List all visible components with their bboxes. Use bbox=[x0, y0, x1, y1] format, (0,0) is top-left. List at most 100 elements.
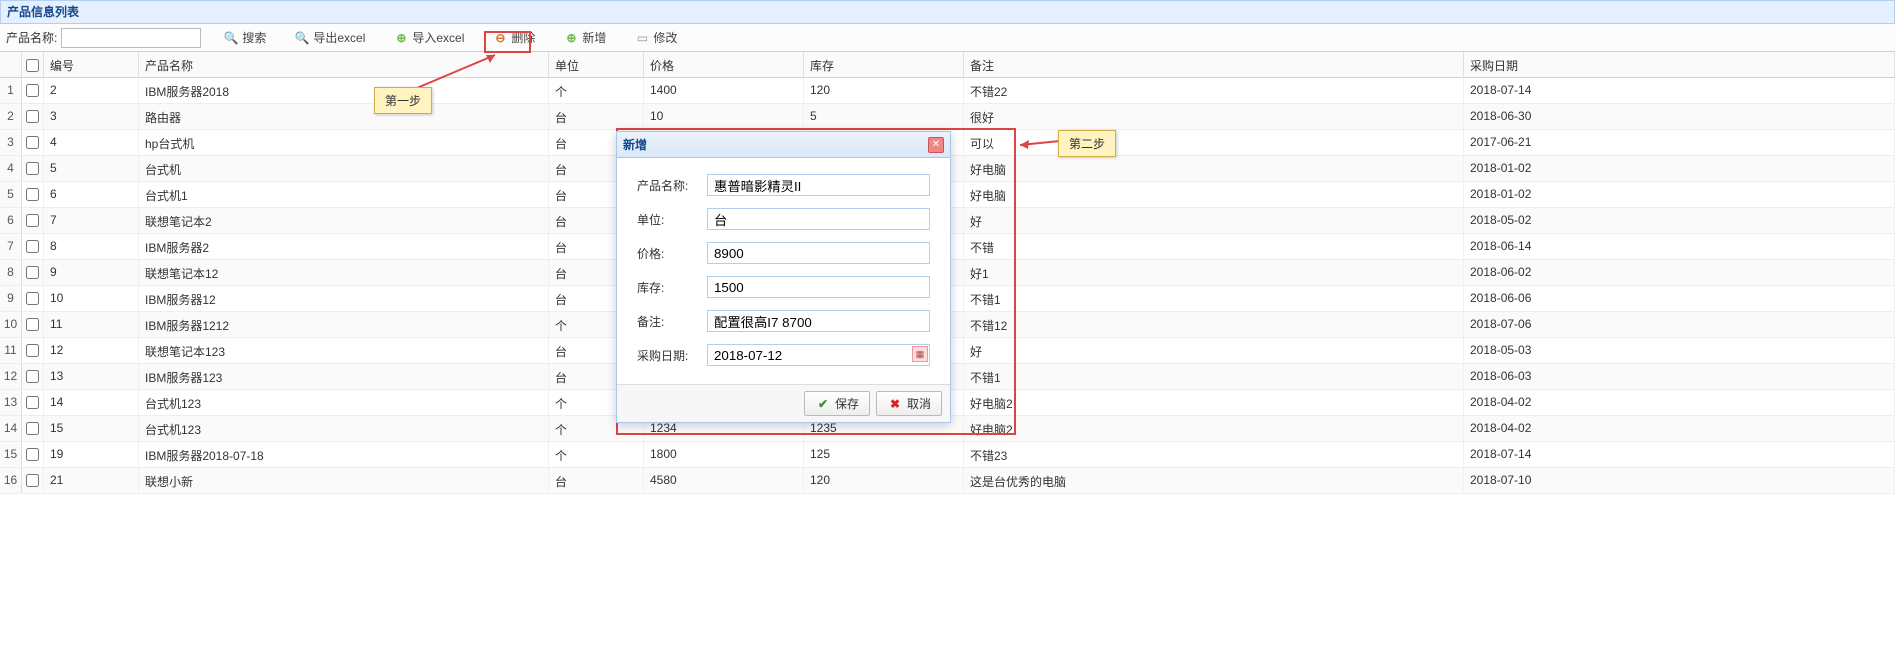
grid-header: 编号 产品名称 单位 价格 库存 备注 采购日期 bbox=[0, 52, 1895, 78]
cell-price: 1800 bbox=[644, 442, 804, 467]
row-checkbox-cell[interactable] bbox=[22, 182, 44, 207]
table-row[interactable]: 1621联想小新台4580120这是台优秀的电脑2018-07-10 bbox=[0, 468, 1895, 494]
delete-button[interactable]: ⊖ 删除 bbox=[486, 27, 541, 48]
row-checkbox-cell[interactable] bbox=[22, 338, 44, 363]
row-checkbox-cell[interactable] bbox=[22, 104, 44, 129]
cell-date: 2018-04-02 bbox=[1464, 390, 1895, 415]
row-checkbox[interactable] bbox=[26, 396, 39, 409]
check-icon: ✔ bbox=[815, 396, 831, 412]
table-row[interactable]: 23路由器台105很好2018-06-30 bbox=[0, 104, 1895, 130]
cell-id: 9 bbox=[44, 260, 139, 285]
row-checkbox-cell[interactable] bbox=[22, 234, 44, 259]
cell-name: IBM服务器1212 bbox=[139, 312, 549, 337]
row-number: 14 bbox=[0, 416, 22, 441]
search-button[interactable]: 🔍 搜索 bbox=[217, 27, 272, 48]
row-checkbox[interactable] bbox=[26, 318, 39, 331]
row-checkbox-cell[interactable] bbox=[22, 78, 44, 103]
row-checkbox[interactable] bbox=[26, 370, 39, 383]
cell-id: 3 bbox=[44, 104, 139, 129]
row-number: 7 bbox=[0, 234, 22, 259]
row-checkbox[interactable] bbox=[26, 422, 39, 435]
header-date[interactable]: 采购日期 bbox=[1464, 52, 1895, 79]
header-remark[interactable]: 备注 bbox=[964, 52, 1464, 79]
row-checkbox[interactable] bbox=[26, 292, 39, 305]
row-checkbox[interactable] bbox=[26, 84, 39, 97]
row-checkbox[interactable] bbox=[26, 110, 39, 123]
header-stock[interactable]: 库存 bbox=[804, 52, 964, 79]
form-remark-input[interactable] bbox=[707, 310, 930, 332]
calendar-icon: ▦ bbox=[916, 349, 925, 360]
row-checkbox[interactable] bbox=[26, 136, 39, 149]
cell-name: IBM服务器12 bbox=[139, 286, 549, 311]
add-label: 新增 bbox=[582, 29, 606, 46]
row-checkbox[interactable] bbox=[26, 266, 39, 279]
cancel-label: 取消 bbox=[907, 395, 931, 412]
form-date-input[interactable] bbox=[707, 344, 930, 366]
export-excel-button[interactable]: 🔍 导出excel bbox=[288, 27, 371, 48]
row-checkbox[interactable] bbox=[26, 240, 39, 253]
table-row[interactable]: 1519IBM服务器2018-07-18个1800125不错232018-07-… bbox=[0, 442, 1895, 468]
header-checkbox[interactable] bbox=[22, 52, 44, 79]
dialog-footer: ✔ 保存 ✖ 取消 bbox=[617, 384, 950, 422]
form-price-input[interactable] bbox=[707, 242, 930, 264]
row-checkbox[interactable] bbox=[26, 162, 39, 175]
row-checkbox-cell[interactable] bbox=[22, 286, 44, 311]
row-checkbox[interactable] bbox=[26, 214, 39, 227]
row-number: 8 bbox=[0, 260, 22, 285]
add-button[interactable]: ⊕ 新增 bbox=[557, 27, 612, 48]
search-label: 搜索 bbox=[242, 29, 266, 46]
cell-date: 2018-01-02 bbox=[1464, 156, 1895, 181]
dialog-header[interactable]: 新增 ✕ bbox=[617, 132, 950, 158]
form-name-label: 产品名称: bbox=[637, 177, 707, 194]
row-number: 9 bbox=[0, 286, 22, 311]
cell-unit: 台 bbox=[549, 104, 644, 129]
date-picker-trigger[interactable]: ▦ bbox=[912, 346, 928, 362]
cell-date: 2018-06-06 bbox=[1464, 286, 1895, 311]
header-name[interactable]: 产品名称 bbox=[139, 52, 549, 79]
cell-price: 4580 bbox=[644, 468, 804, 493]
cell-id: 6 bbox=[44, 182, 139, 207]
form-price-label: 价格: bbox=[637, 245, 707, 262]
delete-icon: ⊖ bbox=[492, 30, 508, 46]
cell-price: 1400 bbox=[644, 78, 804, 103]
form-unit-input[interactable] bbox=[707, 208, 930, 230]
row-checkbox-cell[interactable] bbox=[22, 442, 44, 467]
edit-icon: ▭ bbox=[634, 30, 650, 46]
cell-remark: 好电脑2 bbox=[964, 390, 1464, 415]
table-row[interactable]: 12IBM服务器2018个1400120不错222018-07-14 bbox=[0, 78, 1895, 104]
row-checkbox[interactable] bbox=[26, 344, 39, 357]
cell-remark: 好电脑 bbox=[964, 156, 1464, 181]
row-checkbox-cell[interactable] bbox=[22, 260, 44, 285]
row-checkbox-cell[interactable] bbox=[22, 208, 44, 233]
save-button[interactable]: ✔ 保存 bbox=[804, 391, 870, 416]
row-checkbox-cell[interactable] bbox=[22, 390, 44, 415]
form-name-input[interactable] bbox=[707, 174, 930, 196]
cell-id: 19 bbox=[44, 442, 139, 467]
row-checkbox[interactable] bbox=[26, 474, 39, 487]
form-stock-input[interactable] bbox=[707, 276, 930, 298]
row-number: 15 bbox=[0, 442, 22, 467]
row-number: 4 bbox=[0, 156, 22, 181]
import-excel-button[interactable]: ⊕ 导入excel bbox=[387, 27, 470, 48]
row-checkbox[interactable] bbox=[26, 448, 39, 461]
row-checkbox-cell[interactable] bbox=[22, 312, 44, 337]
dialog-close-button[interactable]: ✕ bbox=[928, 137, 944, 153]
cell-stock: 5 bbox=[804, 104, 964, 129]
row-checkbox-cell[interactable] bbox=[22, 130, 44, 155]
row-checkbox-cell[interactable] bbox=[22, 364, 44, 389]
cell-stock: 120 bbox=[804, 78, 964, 103]
row-checkbox-cell[interactable] bbox=[22, 468, 44, 493]
header-unit[interactable]: 单位 bbox=[549, 52, 644, 79]
row-checkbox[interactable] bbox=[26, 188, 39, 201]
edit-button[interactable]: ▭ 修改 bbox=[628, 27, 683, 48]
header-price[interactable]: 价格 bbox=[644, 52, 804, 79]
header-id[interactable]: 编号 bbox=[44, 52, 139, 79]
filter-name-input[interactable] bbox=[61, 28, 201, 48]
import-icon: ⊕ bbox=[393, 30, 409, 46]
cell-id: 15 bbox=[44, 416, 139, 441]
cancel-button[interactable]: ✖ 取消 bbox=[876, 391, 942, 416]
row-checkbox-cell[interactable] bbox=[22, 156, 44, 181]
cell-remark: 好电脑 bbox=[964, 182, 1464, 207]
row-number: 3 bbox=[0, 130, 22, 155]
row-checkbox-cell[interactable] bbox=[22, 416, 44, 441]
